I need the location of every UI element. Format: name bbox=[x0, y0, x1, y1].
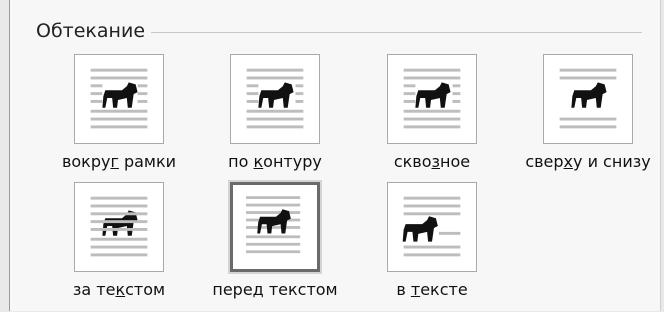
wrap-option-label: перед текстом bbox=[212, 280, 338, 299]
wrap-option-contour[interactable]: по контуру bbox=[200, 54, 350, 184]
wrap-option-label: за текстом bbox=[72, 280, 166, 299]
wrap-through-icon bbox=[387, 54, 477, 144]
wrap-option-through[interactable]: сквозное bbox=[357, 54, 507, 184]
wrap-option-label: вокруг рамки bbox=[61, 152, 177, 171]
wrap-option-label: сквозное bbox=[393, 152, 471, 171]
wrap-option-around-frame[interactable]: вокруг рамки bbox=[44, 54, 194, 184]
wrap-option-label: сверху и снизу bbox=[525, 152, 651, 171]
wrap-behind-text-icon bbox=[74, 182, 164, 272]
wrap-top-bottom-icon bbox=[543, 54, 633, 144]
wrap-contour-icon bbox=[230, 54, 320, 144]
group-divider bbox=[142, 32, 642, 33]
wrap-inline-icon bbox=[387, 182, 477, 272]
wrap-option-top-bottom[interactable]: сверху и снизу bbox=[513, 54, 663, 184]
wrap-in-front-of-text-icon bbox=[230, 182, 320, 272]
wrap-option-in-front-of-text[interactable]: перед текстом bbox=[200, 182, 350, 312]
wrap-option-behind-text[interactable]: за текстом bbox=[44, 182, 194, 312]
wrap-option-label: по контуру bbox=[228, 152, 322, 171]
wrap-option-inline[interactable]: в тексте bbox=[357, 182, 507, 312]
wrap-around-frame-icon bbox=[74, 54, 164, 144]
wrap-style-panel: Обтекание вокруг рамки по контуру сквозн… bbox=[9, 0, 661, 311]
group-title: Обтекание bbox=[36, 20, 152, 42]
wrap-option-label: в тексте bbox=[396, 280, 468, 299]
